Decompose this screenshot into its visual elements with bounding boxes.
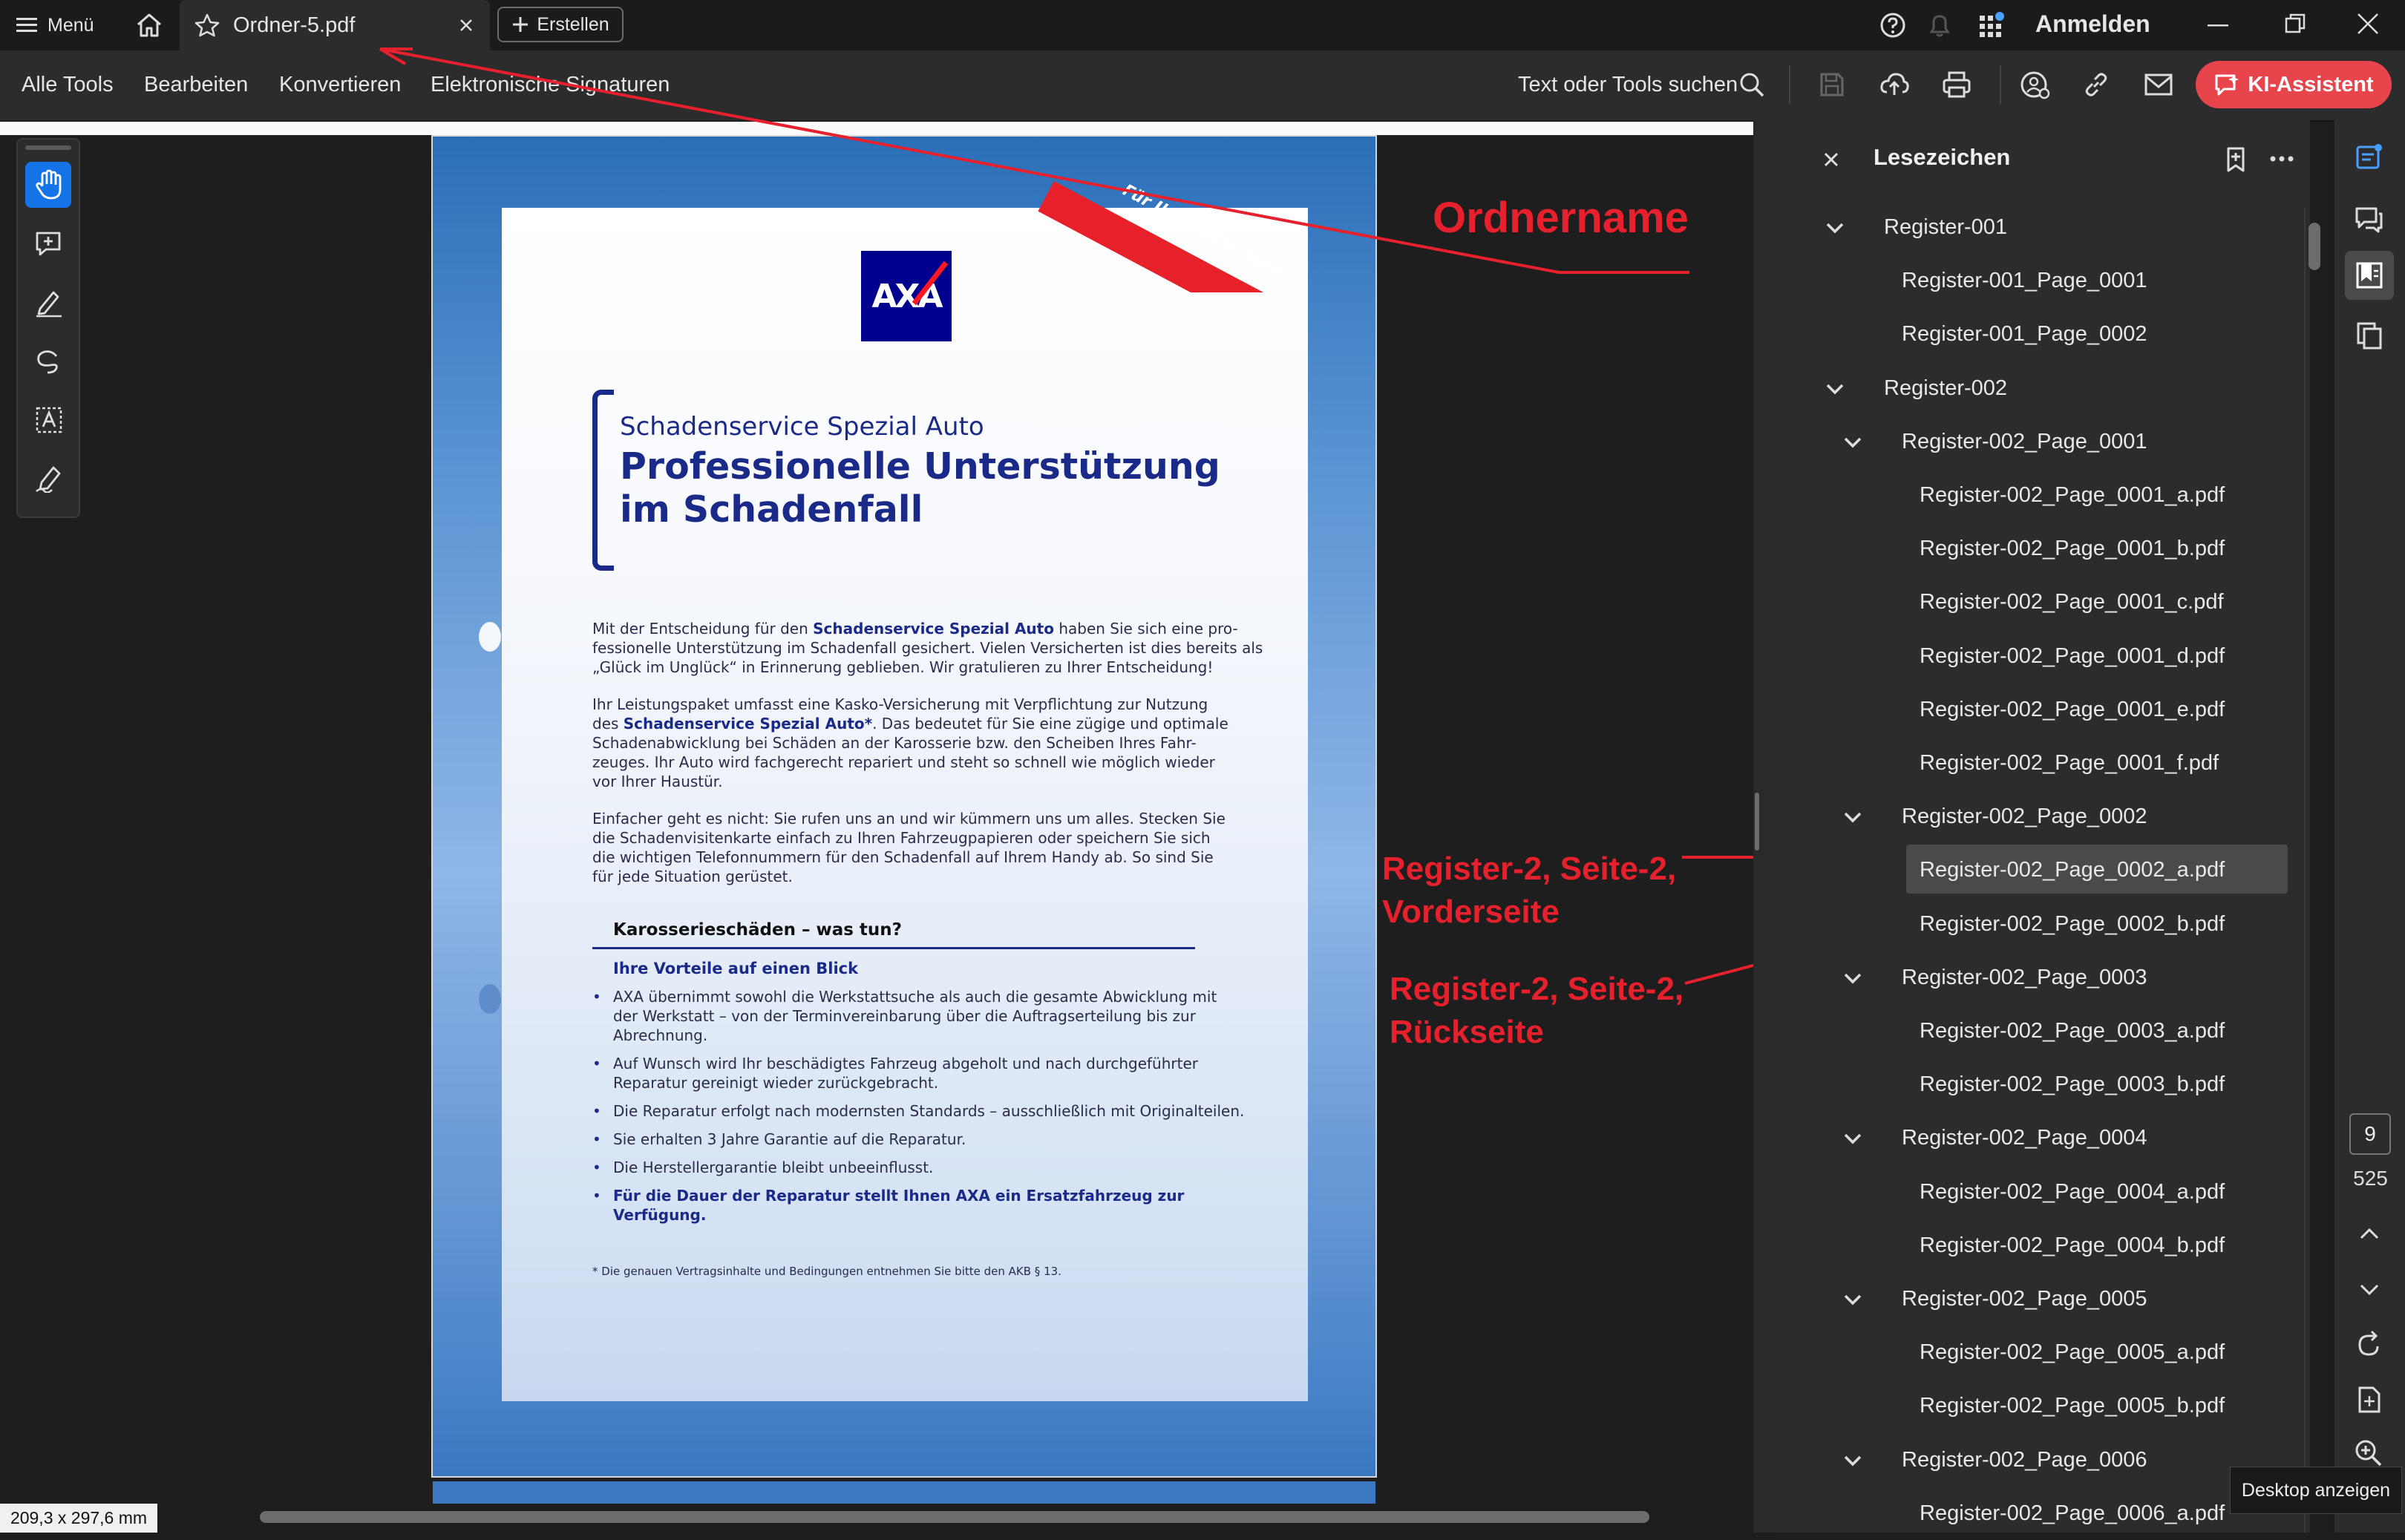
add-bookmark-icon[interactable] (2224, 145, 2251, 175)
chevron-down-icon[interactable] (1842, 1454, 1863, 1469)
annotation-line: Register-2, Seite-2, (1382, 851, 1677, 887)
bookmark-label: Register-002_Page_0006_a.pdf (1920, 1501, 2225, 1525)
annotation-line: Register-2, Seite-2, (1390, 971, 1684, 1007)
chevron-down-icon[interactable] (1842, 1293, 1863, 1308)
comments-icon[interactable] (2354, 205, 2383, 235)
bookmark-label: Register-002_Page_0003_b.pdf (1920, 1072, 2225, 1097)
rail-bookmarks-button[interactable] (2345, 251, 2394, 300)
chevron-down-icon[interactable] (1842, 810, 1863, 825)
bookmark-label: Register-002_Page_0001_e.pdf (1920, 697, 2225, 721)
annotation-back-side: Register-2, Seite-2, Rückseite (1390, 968, 1684, 1054)
annotation-folder-name: Ordnername (1433, 194, 1689, 242)
bookmarks-icon (2356, 262, 2383, 289)
more-options-icon[interactable] (2268, 153, 2295, 165)
bookmark-label: Register-002_Page_0005 (1902, 1287, 2147, 1311)
bookmark-label: Register-002_Page_0005_a.pdf (1920, 1340, 2225, 1365)
bookmark-label: Register-002_Page_0001_f.pdf (1920, 751, 2219, 775)
bookmark-label: Register-001 (1884, 215, 2008, 239)
annotation-line: Vorderseite (1382, 894, 1560, 930)
bookmark-label: Register-002_Page_0004_a.pdf (1920, 1179, 2225, 1204)
bookmark-label: Register-002_Page_0001_c.pdf (1920, 590, 2224, 615)
bookmark-label: Register-002_Page_0004 (1902, 1126, 2147, 1150)
annotation-line: Rückseite (1390, 1014, 1544, 1050)
page-thumbnails-icon[interactable] (2355, 321, 2383, 350)
bookmark-label: Register-001_Page_0002 (1902, 322, 2147, 347)
bookmark-label: Register-002_Page_0003 (1902, 965, 2147, 989)
bookmark-label: Register-002_Page_0004_b.pdf (1920, 1233, 2225, 1257)
chevron-down-icon[interactable] (1842, 436, 1863, 450)
chevron-down-icon[interactable] (1825, 382, 1845, 397)
zoom-in-icon[interactable] (2354, 1438, 2383, 1468)
bookmark-label: Register-002_Page_0002_b.pdf (1920, 911, 2225, 936)
tools-panel-icon (2356, 144, 2382, 169)
right-rail: 9 525 (2333, 120, 2405, 1533)
next-page-icon[interactable] (2358, 1282, 2381, 1297)
total-pages: 525 (2353, 1167, 2388, 1190)
previous-page-icon[interactable] (2358, 1226, 2381, 1241)
chevron-down-icon[interactable] (1825, 221, 1845, 236)
panel-title: Lesezeichen (1874, 144, 2011, 170)
panel-splitter[interactable] (1753, 120, 1776, 1533)
close-panel-icon[interactable] (1823, 151, 1839, 168)
bookmark-label: Register-002_Page_0003_a.pdf (1920, 1019, 2225, 1043)
bookmark-label: Register-002_Page_0002_a.pdf (1920, 858, 2225, 882)
bookmark-label: Register-002_Page_0001_a.pdf (1920, 483, 2225, 507)
chevron-down-icon[interactable] (1842, 1132, 1863, 1147)
rail-all-tools-button[interactable] (2346, 135, 2391, 180)
bookmark-label: Register-002 (1884, 376, 2008, 400)
bookmark-label: Register-002_Page_0001_d.pdf (1920, 643, 2225, 668)
rotate-icon[interactable] (2355, 1330, 2383, 1358)
panel-scrollbar-thumb[interactable] (2309, 223, 2320, 270)
chevron-down-icon[interactable] (1842, 971, 1863, 986)
annotation-front-side: Register-2, Seite-2, Vorderseite (1382, 848, 1676, 934)
bookmark-label: Register-002_Page_0005_b.pdf (1920, 1394, 2225, 1418)
tooltip: Desktop anzeigen (2230, 1467, 2402, 1514)
bookmark-label: Register-002_Page_0001 (1902, 429, 2147, 453)
fit-page-icon[interactable] (2355, 1385, 2383, 1415)
bookmark-label: Register-002_Page_0002 (1902, 805, 2147, 829)
panel-scrollbar-track (2304, 208, 2306, 1533)
bookmark-label: Register-002_Page_0006 (1902, 1447, 2147, 1472)
current-page-input[interactable]: 9 (2349, 1113, 2391, 1155)
bookmark-label: Register-002_Page_0001_b.pdf (1920, 537, 2225, 561)
bookmark-label: Register-001_Page_0001 (1902, 269, 2147, 293)
